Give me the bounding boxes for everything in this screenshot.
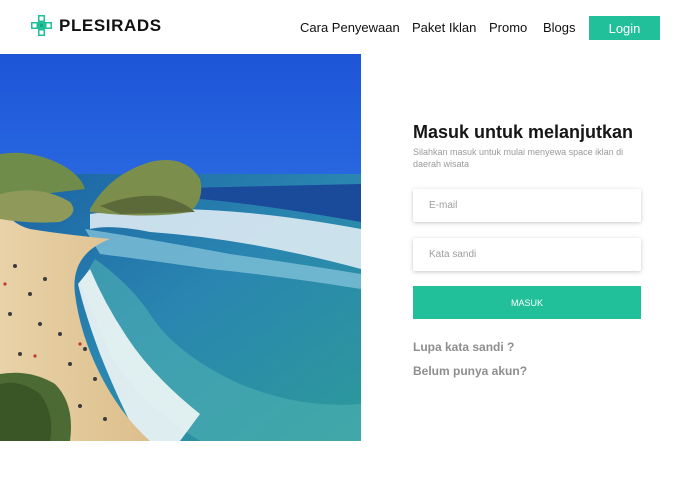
email-placeholder: E-mail (429, 200, 458, 211)
nav-paket-iklan[interactable]: Paket Iklan (412, 20, 476, 35)
form-title: Masuk untuk melanjutkan (413, 122, 634, 142)
password-placeholder: Kata sandi (429, 249, 477, 260)
login-button[interactable]: Login (589, 16, 660, 40)
plus-cross-icon (31, 15, 52, 36)
email-field[interactable]: E-mail (413, 189, 641, 222)
masuk-button[interactable]: MASUK (413, 286, 641, 319)
form-subtitle: Silahkan masuk untuk mulai menyewa space… (413, 147, 624, 169)
password-field[interactable]: Kata sandi (413, 238, 641, 271)
nav-blogs[interactable]: Blogs (543, 20, 576, 35)
brand-logo[interactable]: PLESIRADS (31, 15, 162, 36)
register-link[interactable]: Belum punya akun? (413, 364, 527, 378)
hero-beach-image (0, 54, 361, 441)
nav-promo[interactable]: Promo (489, 20, 527, 35)
top-navbar: PLESIRADS Cara Penyewaan Paket Iklan Pro… (0, 0, 695, 54)
forgot-password-link[interactable]: Lupa kata sandi ? (413, 340, 514, 354)
brand-name: PLESIRADS (59, 15, 162, 35)
nav-cara-penyewaan[interactable]: Cara Penyewaan (300, 20, 400, 35)
